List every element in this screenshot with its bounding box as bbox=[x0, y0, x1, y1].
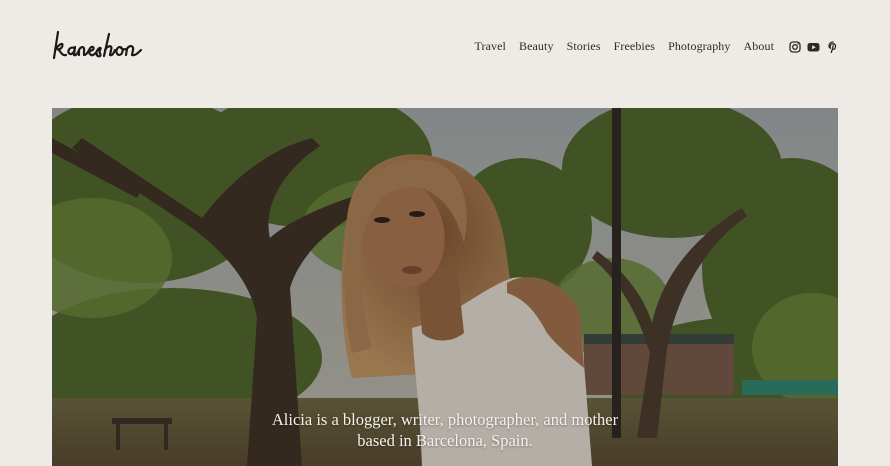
main-nav: Travel Beauty Stories Freebies Photograp… bbox=[474, 39, 774, 54]
hero-image: Alicia is a blogger, writer, photographe… bbox=[52, 108, 838, 466]
pinterest-icon[interactable] bbox=[826, 40, 839, 53]
nav-item-beauty[interactable]: Beauty bbox=[519, 39, 554, 54]
social-links bbox=[788, 40, 839, 53]
nav-item-stories[interactable]: Stories bbox=[567, 39, 601, 54]
instagram-icon[interactable] bbox=[788, 40, 801, 53]
nav-item-freebies[interactable]: Freebies bbox=[614, 39, 655, 54]
site-header: Travel Beauty Stories Freebies Photograp… bbox=[0, 0, 890, 100]
hero-caption: Alicia is a blogger, writer, photographe… bbox=[52, 409, 838, 451]
nav-item-photography[interactable]: Photography bbox=[668, 39, 730, 54]
nav-item-about[interactable]: About bbox=[744, 39, 775, 54]
hero-caption-line-1: Alicia is a blogger, writer, photographe… bbox=[271, 410, 619, 429]
hero-caption-line-2: based in Barcelona, Spain. bbox=[357, 431, 533, 450]
logo-script bbox=[52, 30, 143, 60]
site-logo[interactable] bbox=[52, 28, 144, 64]
youtube-icon[interactable] bbox=[807, 40, 820, 53]
nav-item-travel[interactable]: Travel bbox=[474, 39, 506, 54]
